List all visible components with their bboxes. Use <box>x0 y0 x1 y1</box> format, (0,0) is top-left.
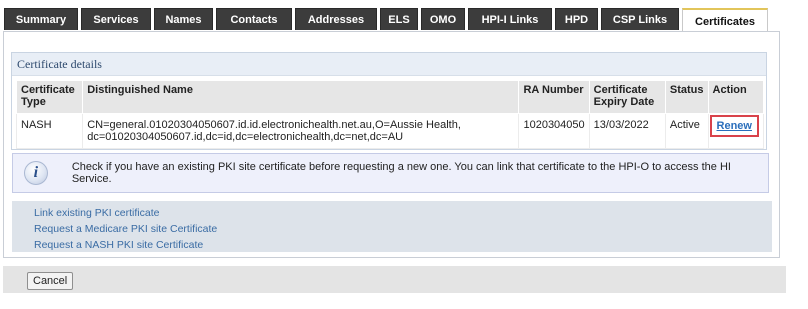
link-existing-pki-certificate[interactable]: Link existing PKI certificate <box>34 205 772 221</box>
certificates-table: Certificate Type Distinguished Name RA N… <box>15 80 765 149</box>
info-message: i Check if you have an existing PKI site… <box>12 153 769 193</box>
table-row: NASH CN=general.01020304050607.id.id.ele… <box>15 113 765 149</box>
tab-summary[interactable]: Summary <box>4 8 78 30</box>
renew-link[interactable]: Renew <box>717 120 752 132</box>
renew-highlight: Renew <box>709 115 759 137</box>
tab-services[interactable]: Services <box>81 8 151 30</box>
column-header-ra-number: RA Number <box>518 80 590 114</box>
column-header-certificate-type: Certificate Type <box>15 80 84 114</box>
column-header-expiry-date: Certificate Expiry Date <box>588 80 666 114</box>
tab-omo[interactable]: OMO <box>421 8 465 30</box>
tab-certificates[interactable]: Certificates <box>682 8 768 33</box>
tab-hpi-i-links[interactable]: HPI-I Links <box>468 8 552 30</box>
column-header-action: Action <box>707 80 765 114</box>
certificate-details-title: Certificate details <box>12 53 766 76</box>
certificate-type-cell: NASH <box>15 113 84 149</box>
tab-hpd[interactable]: HPD <box>555 8 598 30</box>
column-header-status: Status <box>664 80 709 114</box>
column-header-distinguished-name: Distinguished Name <box>82 80 520 114</box>
tab-addresses[interactable]: Addresses <box>295 8 377 30</box>
cancel-button[interactable]: Cancel <box>27 272 74 290</box>
tab-names[interactable]: Names <box>154 8 213 30</box>
links-section: Link existing PKI certificate Request a … <box>12 201 772 252</box>
action-cell: Renew <box>707 113 765 149</box>
info-icon: i <box>24 161 48 185</box>
info-text: Check if you have an existing PKI site c… <box>71 161 731 185</box>
request-nash-pki-certificate-link[interactable]: Request a NASH PKI site Certificate <box>34 237 772 253</box>
certificate-details-section: Certificate details Certificate Type Dis… <box>11 52 767 150</box>
request-medicare-pki-certificate-link[interactable]: Request a Medicare PKI site Certificate <box>34 221 772 237</box>
table-header-row: Certificate Type Distinguished Name RA N… <box>15 80 765 114</box>
status-cell: Active <box>664 113 709 149</box>
ra-number-cell: 1020304050 <box>518 113 590 149</box>
tab-els[interactable]: ELS <box>380 8 418 30</box>
expiry-date-cell: 13/03/2022 <box>588 113 666 149</box>
footer-bar: Cancel <box>3 266 786 293</box>
tab-contacts[interactable]: Contacts <box>216 8 292 30</box>
distinguished-name-cell: CN=general.01020304050607.id.id.electron… <box>82 113 520 149</box>
tab-csp-links[interactable]: CSP Links <box>601 8 679 30</box>
